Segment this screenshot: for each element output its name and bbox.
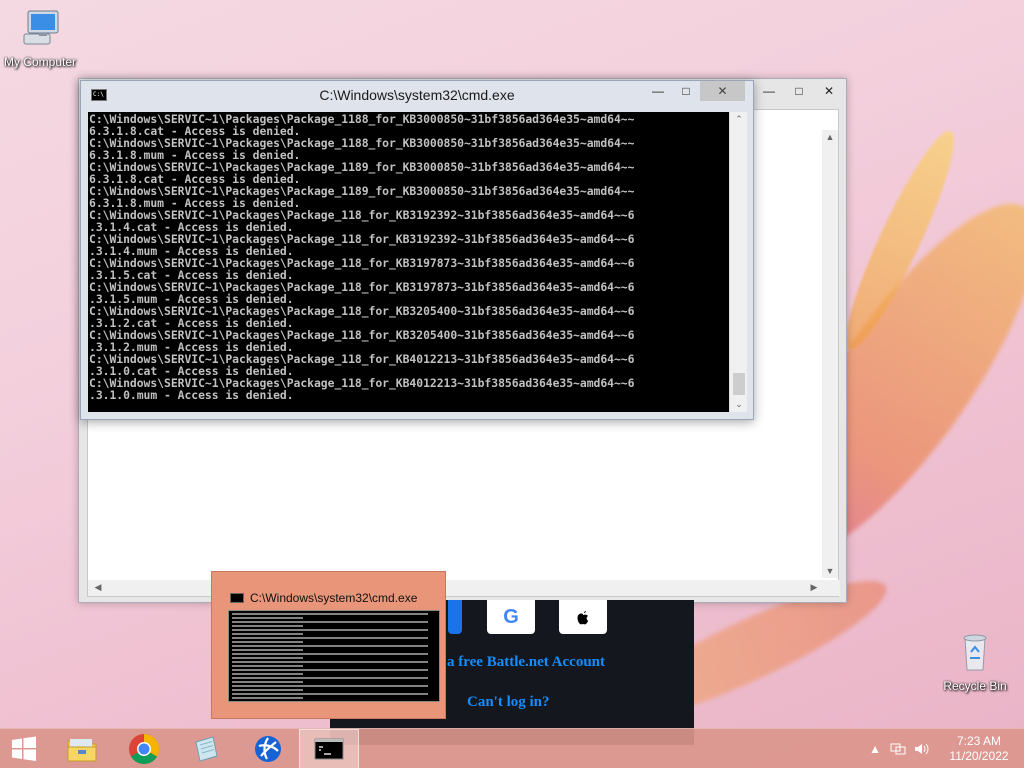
cant-login-link[interactable]: Can't log in?	[467, 694, 550, 711]
thumbnail-line	[232, 665, 304, 667]
computer-icon	[23, 10, 59, 45]
thumbnail-line	[232, 621, 428, 623]
windows-logo-icon	[12, 736, 36, 761]
recycle-bin-icon	[963, 634, 987, 671]
console-line: .3.1.0.mum - Access is denied.	[89, 388, 294, 402]
scrollbar-thumb[interactable]	[733, 373, 745, 395]
battlenet-icon	[255, 736, 281, 762]
volume-icon[interactable]	[914, 742, 930, 756]
thumbnail-line	[232, 673, 304, 675]
taskbar-thumbnail-preview[interactable]: C:\Windows\system32\cmd.exe	[211, 571, 446, 719]
thumbnail-title-row: C:\Windows\system32\cmd.exe	[230, 591, 417, 605]
show-hidden-icons-icon[interactable]: ▲	[869, 742, 881, 756]
apple-login-button[interactable]	[559, 600, 607, 634]
clock-date: 11/20/2022	[949, 749, 1009, 763]
thumbnail-line	[232, 637, 428, 639]
minimize-button[interactable]: —	[754, 81, 784, 101]
notepad-button[interactable]	[176, 729, 236, 768]
thumbnail-line	[232, 677, 428, 679]
taskbar: ▲ 7:23 AM 11/20/2022	[0, 728, 1024, 768]
desktop-icon-recycle-bin[interactable]: Recycle Bin	[935, 632, 1015, 693]
cmd-titlebar[interactable]: C:\ C:\Windows\system32\cmd.exe — □ ✕	[81, 81, 753, 109]
desktop-icon-my-computer[interactable]: My Computer	[0, 8, 80, 69]
thumbnail-line	[232, 649, 304, 651]
clock-time: 7:23 AM	[956, 734, 1002, 748]
thumbnail-line	[232, 641, 304, 643]
thumbnail-line	[232, 653, 428, 655]
cmd-window[interactable]: C:\ C:\Windows\system32\cmd.exe — □ ✕ C:…	[80, 80, 754, 420]
thumbnail-line	[232, 661, 428, 663]
thumbnail-line	[232, 689, 304, 691]
vertical-scrollbar[interactable]: ▲ ▼	[822, 130, 838, 578]
horizontal-scrollbar[interactable]: ◀ ▶	[88, 580, 840, 596]
thumbnail-line	[232, 685, 428, 687]
scroll-down-icon[interactable]: ⌄	[731, 399, 747, 410]
window-caption-buttons: — □ ✕	[754, 81, 844, 101]
maximize-button[interactable]: □	[784, 81, 814, 101]
vertical-scrollbar[interactable]: ⌃ ⌄	[729, 112, 747, 412]
file-explorer-button[interactable]	[52, 729, 112, 768]
chrome-button[interactable]	[114, 729, 174, 768]
close-button[interactable]: ✕	[700, 81, 745, 101]
network-icon[interactable]	[890, 742, 906, 756]
thumbnail-line	[232, 657, 304, 659]
file-explorer-icon	[67, 739, 97, 762]
apple-icon	[577, 611, 589, 625]
google-login-button[interactable]: G	[487, 600, 535, 634]
google-icon: G	[503, 605, 519, 628]
desktop-icon-label: My Computer	[3, 55, 77, 69]
cmd-icon	[230, 593, 244, 603]
notepad-icon	[195, 736, 218, 762]
thumbnail-line	[232, 617, 304, 619]
social-login-button[interactable]	[448, 600, 462, 634]
thumbnail-line	[232, 613, 428, 615]
window-caption-buttons: — □ ✕	[644, 81, 745, 101]
thumbnail-line	[232, 669, 428, 671]
chrome-icon	[129, 734, 160, 765]
cmd-icon	[314, 738, 344, 760]
scroll-right-icon[interactable]: ▶	[806, 582, 822, 593]
minimize-button[interactable]: —	[644, 81, 672, 101]
thumbnail-line	[232, 625, 304, 627]
create-account-link[interactable]: a free Battle.net Account	[447, 654, 605, 671]
close-button[interactable]: ✕	[814, 81, 844, 101]
thumbnail-title: C:\Windows\system32\cmd.exe	[250, 591, 418, 605]
console-output[interactable]: C:\Windows\SERVIC~1\Packages\Package_118…	[88, 112, 729, 412]
start-button[interactable]	[0, 729, 48, 768]
battlenet-button[interactable]	[238, 729, 298, 768]
scroll-left-icon[interactable]: ◀	[90, 582, 106, 593]
thumbnail-line	[232, 633, 304, 635]
thumbnail-line	[232, 629, 428, 631]
scroll-down-icon[interactable]: ▼	[822, 566, 838, 576]
cmd-taskbar-button[interactable]	[299, 729, 359, 768]
thumbnail-console-preview	[228, 610, 440, 702]
clock[interactable]: 7:23 AM 11/20/2022	[934, 734, 1024, 764]
scroll-up-icon[interactable]: ⌃	[731, 114, 747, 125]
thumbnail-line	[232, 697, 304, 699]
maximize-button[interactable]: □	[672, 81, 700, 101]
scroll-up-icon[interactable]: ▲	[822, 132, 838, 142]
desktop-icon-label: Recycle Bin	[943, 679, 1007, 693]
thumbnail-line	[232, 693, 428, 695]
thumbnail-line	[232, 681, 304, 683]
system-tray: ▲ 7:23 AM 11/20/2022	[864, 729, 1024, 768]
thumbnail-line	[232, 645, 428, 647]
